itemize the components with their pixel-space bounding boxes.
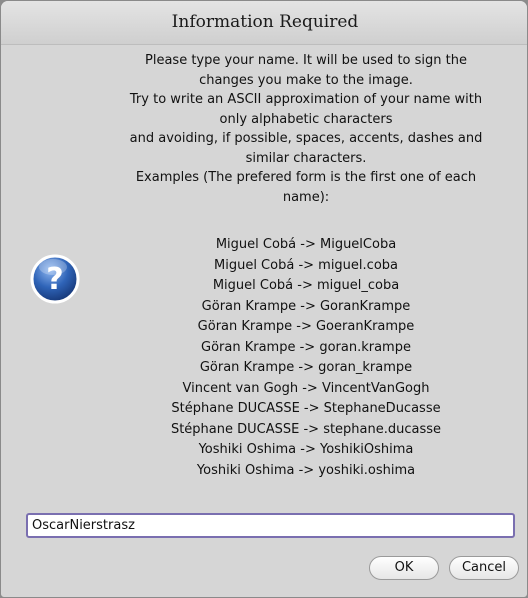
example-item: Miguel Cobá -> MiguelCoba xyxy=(215,237,397,252)
dialog-title: Information Required xyxy=(171,12,359,32)
example-item: Miguel Cobá -> miguel.coba xyxy=(214,257,398,273)
example-item: Miguel Cobá -> miguel_coba xyxy=(212,278,400,293)
message-line: Examples (The prefered form is the first… xyxy=(135,170,477,185)
examples-list: Miguel Cobá -> MiguelCoba Miguel Cobá ->… xyxy=(97,235,515,481)
message-line: and avoiding, if possible, spaces, accen… xyxy=(129,131,483,146)
example-item: Göran Krampe -> goran_krampe xyxy=(199,360,413,375)
dialog-titlebar[interactable]: Information Required xyxy=(1,1,527,45)
example-item: Göran Krampe -> GoranKrampe xyxy=(201,298,411,314)
example-item: Göran Krampe -> GoeranKrampe xyxy=(197,319,415,334)
message-text: Please type your name. It will be used t… xyxy=(97,51,515,207)
information-dialog: Information Required ? Please type your … xyxy=(0,0,528,598)
example-item: Vincent van Gogh -> VincentVanGogh xyxy=(182,380,430,396)
name-input[interactable] xyxy=(26,513,515,538)
example-item: Yoshiki Oshima -> yoshiki.oshima xyxy=(196,462,416,478)
message-line: Please type your name. It will be used t… xyxy=(145,53,467,68)
message-line: name): xyxy=(282,189,330,205)
example-item: Stéphane DUCASSE -> StephaneDucasse xyxy=(171,401,441,416)
question-icon: ? xyxy=(29,253,81,305)
example-item: Stéphane DUCASSE -> stephane.ducasse xyxy=(170,421,442,437)
message-line: similar characters. xyxy=(245,150,367,166)
message-line: only alphabetic characters xyxy=(219,111,393,127)
message-line: changes you make to the image. xyxy=(199,72,413,88)
example-item: Yoshiki Oshima -> YoshikiOshima xyxy=(198,442,414,457)
cancel-button[interactable]: Cancel xyxy=(449,556,519,580)
message-line: Try to write an ASCII approximation of y… xyxy=(129,92,483,107)
svg-text:?: ? xyxy=(46,262,63,297)
ok-button[interactable]: OK xyxy=(369,556,439,580)
example-item: Göran Krampe -> goran.krampe xyxy=(201,339,411,355)
